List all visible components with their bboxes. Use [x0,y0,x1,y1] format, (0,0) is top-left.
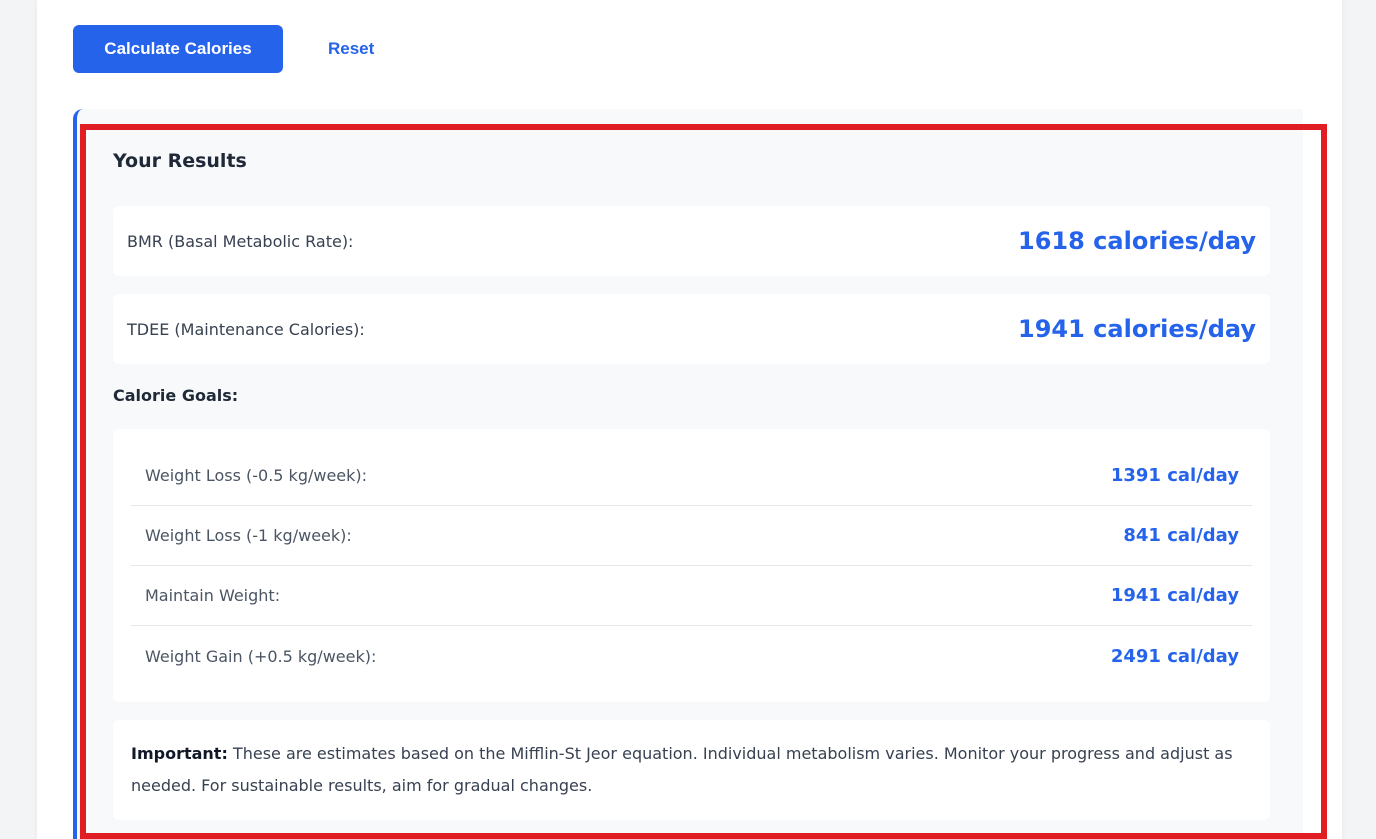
action-buttons: Calculate Calories Reset [73,25,374,73]
calculate-calories-button[interactable]: Calculate Calories [73,25,283,73]
important-note: Important: These are estimates based on … [113,720,1270,820]
calorie-goals-list: Weight Loss (-0.5 kg/week): 1391 cal/day… [113,429,1270,702]
goal-row-loss-one-kg: Weight Loss (-1 kg/week): 841 cal/day [131,506,1252,566]
tdee-label: TDEE (Maintenance Calories): [127,319,365,339]
results-title: Your Results [113,150,247,172]
goal-label: Maintain Weight: [145,586,281,605]
goal-label: Weight Gain (+0.5 kg/week): [145,646,377,666]
goal-label: Weight Loss (-0.5 kg/week): [145,466,368,485]
tdee-stat: TDEE (Maintenance Calories): 1941 calori… [113,294,1270,364]
bmr-value: 1618 calories/day [1018,227,1256,255]
goal-value: 841 cal/day [1123,525,1239,546]
goal-value: 2491 cal/day [1110,645,1239,667]
bmr-stat: BMR (Basal Metabolic Rate): 1618 calorie… [113,206,1270,276]
goal-row-gain-half-kg: Weight Gain (+0.5 kg/week): 2491 cal/day [131,626,1252,686]
goal-row-loss-half-kg: Weight Loss (-0.5 kg/week): 1391 cal/day [131,446,1252,506]
goal-value: 1391 cal/day [1110,465,1239,486]
goal-row-maintain: Maintain Weight: 1941 cal/day [131,566,1252,626]
calorie-goals-title: Calorie Goals: [113,386,239,405]
goal-value: 1941 cal/day [1110,585,1239,606]
results-panel: Your Results BMR (Basal Metabolic Rate):… [73,109,1303,839]
note-text: These are estimates based on the Mifflin… [131,744,1233,795]
goal-label: Weight Loss (-1 kg/week): [145,526,352,545]
bmr-label: BMR (Basal Metabolic Rate): [127,231,354,251]
note-prefix: Important: [131,744,228,763]
reset-button[interactable]: Reset [328,39,374,59]
tdee-value: 1941 calories/day [1018,315,1256,343]
